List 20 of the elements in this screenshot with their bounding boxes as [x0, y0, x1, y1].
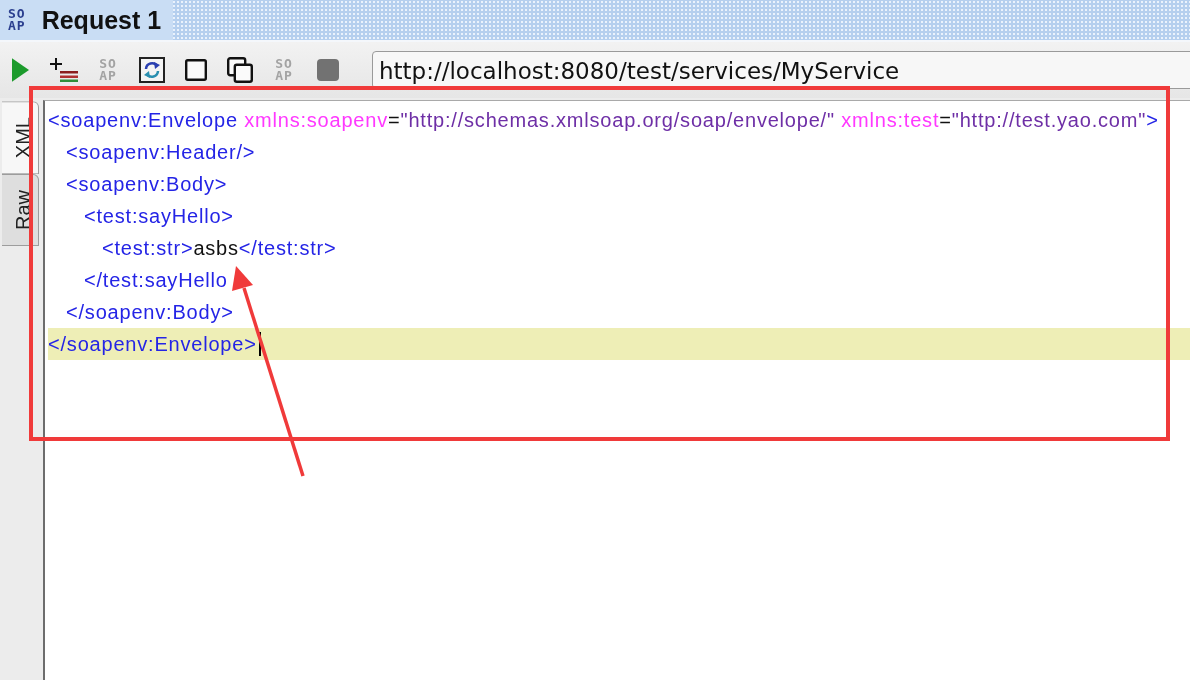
code-line: <test:str>asbs</test:str> [102, 236, 337, 260]
square-icon [185, 59, 207, 81]
text-caret [258, 332, 261, 356]
soap-letters-icon: SO AP [275, 58, 293, 82]
code-line: </test:sayHello [84, 268, 228, 292]
code-line: <soapenv:Body> [66, 172, 228, 196]
play-icon [11, 58, 29, 82]
url-field[interactable]: http://localhost:8080/test/services/MyService [372, 51, 1190, 89]
code-line: </soapenv:Body> [66, 300, 234, 324]
code-line: <soapenv:Envelope xmlns:soapenv="http://schemas.xmlsoap.org/soap/envelope/" xmlns:test="http://test.yao.com"> [48, 108, 1159, 132]
copy-icon [227, 57, 253, 83]
xml-editor[interactable] [43, 100, 1190, 680]
stop-icon [317, 59, 339, 81]
refresh-icon [139, 57, 165, 83]
soap-letters-icon: SO AP [8, 8, 26, 32]
code-line: <test:sayHello> [84, 204, 234, 228]
code-line: <soapenv:Header/> [66, 140, 256, 164]
request-tab[interactable]: SO AP Request 1 [0, 0, 174, 40]
soap-letters-icon: SO AP [99, 58, 117, 82]
add-list-icon [50, 58, 78, 82]
